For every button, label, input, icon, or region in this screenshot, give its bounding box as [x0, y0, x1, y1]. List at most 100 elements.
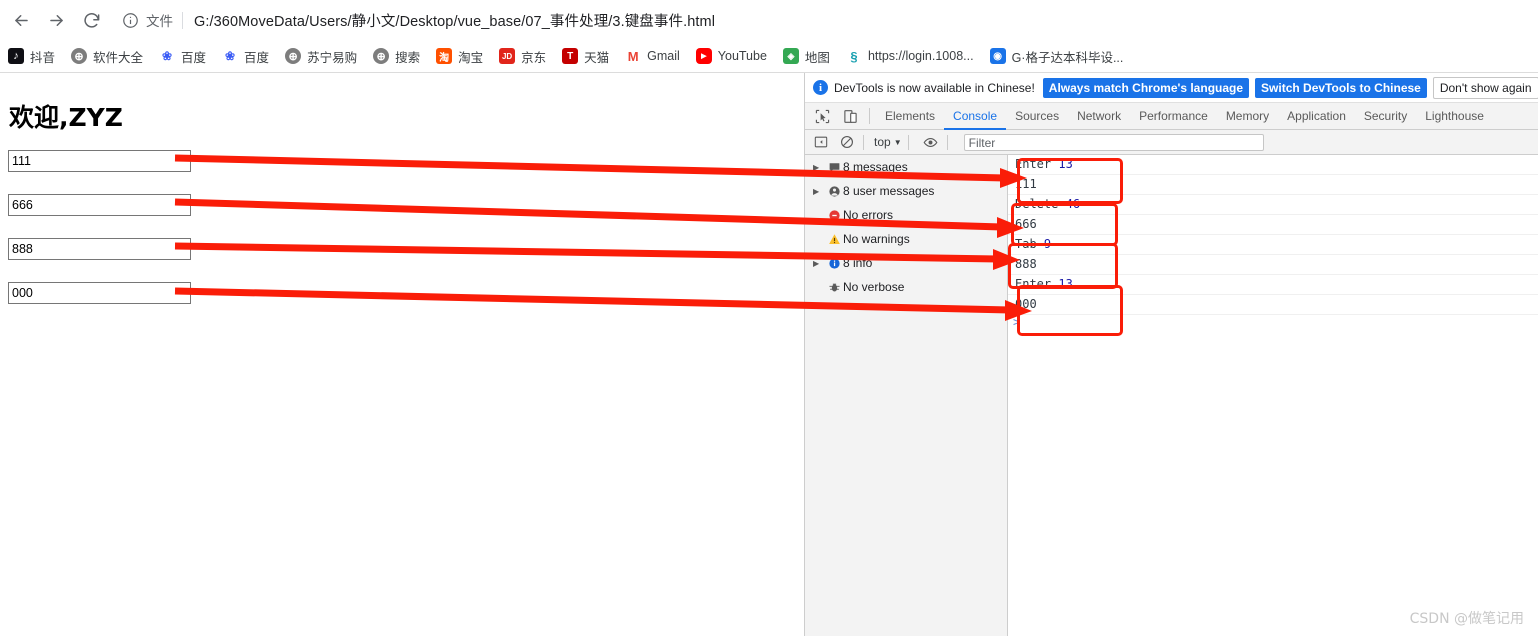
globe-icon: ⊕ — [373, 48, 390, 64]
user-message-icon — [825, 185, 843, 198]
toolbar-divider-3 — [946, 134, 948, 150]
dont-show-again-button[interactable]: Don't show again — [1432, 76, 1538, 99]
address-bar-url[interactable]: G:/360MoveData/Users/静小文/Desktop/vue_bas… — [194, 10, 715, 31]
console-key-code: 46 — [1065, 197, 1081, 211]
console-key-code: 13 — [1058, 277, 1073, 291]
globe-icon: ⊕ — [285, 48, 302, 64]
sidebar-item-label: 8 info — [843, 256, 873, 270]
console-key-code: 13 — [1058, 157, 1073, 171]
input-111[interactable] — [8, 150, 191, 172]
console-key-code: 9 — [1043, 237, 1052, 251]
switch-devtools-chinese-button[interactable]: Switch DevTools to Chinese — [1255, 77, 1427, 98]
screenshot-root: 文件 G:/360MoveData/Users/静小文/Desktop/vue_… — [0, 0, 1538, 636]
console-row-key-enter-13-2: Enter 13 — [1008, 275, 1538, 295]
douyin-icon: ♪ — [8, 48, 24, 64]
baidu-icon: ❀ — [159, 48, 176, 64]
info-circle-icon[interactable] — [122, 12, 139, 29]
devtools-language-notice: i DevTools is now available in Chinese! … — [805, 73, 1538, 103]
back-button[interactable] — [7, 6, 35, 34]
bookmark-baidu-2[interactable]: ❀ 百度 — [222, 47, 269, 66]
console-prompt[interactable]: > — [1008, 315, 1538, 335]
console-value: 888 — [1015, 257, 1037, 271]
sidebar-item-warnings[interactable]: No warnings — [805, 227, 1007, 251]
console-key-name: Enter — [1015, 157, 1052, 171]
tabs-divider — [869, 108, 870, 124]
input-888[interactable] — [8, 238, 191, 260]
tab-elements[interactable]: Elements — [876, 103, 944, 130]
console-context-selector[interactable]: top ▼ — [874, 135, 902, 149]
tab-console[interactable]: Console — [944, 103, 1006, 130]
console-value: 000 — [1015, 297, 1037, 311]
youtube-icon: ▶ — [695, 48, 712, 64]
device-toolbar-icon[interactable] — [839, 105, 861, 127]
verbose-bug-icon — [825, 281, 843, 294]
bookmark-label: 天猫 — [584, 50, 610, 65]
tab-security[interactable]: Security — [1355, 103, 1416, 130]
sidebar-item-errors[interactable]: No errors — [805, 203, 1007, 227]
always-match-language-button[interactable]: Always match Chrome's language — [1042, 77, 1250, 98]
bookmark-login1008[interactable]: § https://login.1008... — [845, 48, 974, 64]
inspect-cursor-icon[interactable] — [811, 105, 833, 127]
bookmark-gmail[interactable]: M Gmail — [625, 48, 680, 64]
reload-button[interactable] — [77, 6, 105, 34]
console-log-area[interactable]: Enter 13 111 Delete 46 666 Tab 9 888 Ent… — [1008, 155, 1538, 636]
bookmark-sousuo[interactable]: ⊕ 搜索 — [373, 47, 420, 66]
bookmark-label: G·格子达本科毕设... — [1011, 50, 1124, 65]
tab-network[interactable]: Network — [1068, 103, 1130, 130]
sidebar-item-verbose[interactable]: No verbose — [805, 275, 1007, 299]
page-title: 欢迎,ZYZ — [9, 103, 123, 132]
tab-sources[interactable]: Sources — [1006, 103, 1068, 130]
warning-icon — [825, 233, 843, 246]
tab-memory[interactable]: Memory — [1217, 103, 1278, 130]
bookmark-label: 京东 — [521, 50, 547, 65]
messages-icon — [825, 161, 843, 174]
bookmark-label: 软件大全 — [93, 50, 144, 65]
address-bar[interactable]: 文件 G:/360MoveData/Users/静小文/Desktop/vue_… — [122, 6, 1522, 34]
bookmark-label: 抖音 — [30, 50, 56, 65]
bookmark-douyin[interactable]: ♪ 抖音 — [8, 47, 55, 66]
bookmark-gezida[interactable]: ◉ G·格子达本科毕设... — [989, 47, 1124, 66]
browser-toolbar: 文件 G:/360MoveData/Users/静小文/Desktop/vue_… — [0, 0, 1538, 41]
gmail-icon: M — [625, 48, 642, 64]
link-icon: § — [845, 48, 862, 64]
csdn-watermark: CSDN @做笔记用 — [1409, 611, 1524, 627]
live-expression-eye-icon[interactable] — [921, 132, 941, 152]
bookmark-tmall[interactable]: T 天猫 — [562, 47, 609, 66]
bookmark-ditu[interactable]: ◈ 地图 — [782, 47, 830, 66]
tab-application[interactable]: Application — [1278, 103, 1355, 130]
bookmark-suning[interactable]: ⊕ 苏宁易购 — [285, 47, 357, 66]
console-sidebar: ▶ 8 messages ▶ 8 user messages No errors — [805, 155, 1008, 636]
input-666[interactable] — [8, 194, 191, 216]
chevron-right-icon[interactable]: ▶ — [813, 187, 825, 196]
sidebar-item-info[interactable]: ▶ 8 info — [805, 251, 1007, 275]
tab-performance[interactable]: Performance — [1130, 103, 1217, 130]
web-page-content: 欢迎,ZYZ — [0, 73, 804, 636]
console-row-value-000: 000 — [1008, 295, 1538, 315]
sidebar-item-label: No errors — [843, 208, 894, 222]
console-row-value-111: 111 — [1008, 175, 1538, 195]
bookmark-label: https://login.1008... — [867, 49, 974, 63]
devtools-tab-bar: Elements Console Sources Network Perform… — [805, 103, 1538, 130]
bookmark-youtube[interactable]: ▶ YouTube — [695, 48, 767, 64]
console-filter-input[interactable]: Filter — [963, 133, 1264, 151]
sidebar-item-label: 8 user messages — [843, 184, 935, 198]
bookmark-jd[interactable]: JD 京东 — [499, 47, 546, 66]
sidebar-item-messages[interactable]: ▶ 8 messages — [805, 155, 1007, 179]
bookmark-ruanjiandaquan[interactable]: ⊕ 软件大全 — [71, 47, 143, 66]
clear-console-icon[interactable] — [837, 132, 857, 152]
bookmark-taobao[interactable]: 淘 淘宝 — [436, 47, 483, 66]
bookmark-baidu-1[interactable]: ❀ 百度 — [159, 47, 206, 66]
chevron-right-icon[interactable]: ▶ — [813, 163, 825, 172]
input-000[interactable] — [8, 282, 191, 304]
jd-icon: JD — [499, 48, 516, 64]
forward-button[interactable] — [42, 6, 70, 34]
devtools-panel: i DevTools is now available in Chinese! … — [804, 73, 1538, 636]
chevron-right-icon[interactable]: ▶ — [813, 259, 825, 268]
sidebar-item-user-messages[interactable]: ▶ 8 user messages — [805, 179, 1007, 203]
tab-lighthouse[interactable]: Lighthouse — [1416, 103, 1493, 130]
bookmark-label: YouTube — [717, 49, 767, 63]
info-icon — [825, 257, 843, 270]
bookmark-label: 百度 — [244, 50, 270, 65]
console-sidebar-toggle-icon[interactable] — [811, 132, 831, 152]
console-row-key-delete-46: Delete 46 — [1008, 195, 1538, 215]
